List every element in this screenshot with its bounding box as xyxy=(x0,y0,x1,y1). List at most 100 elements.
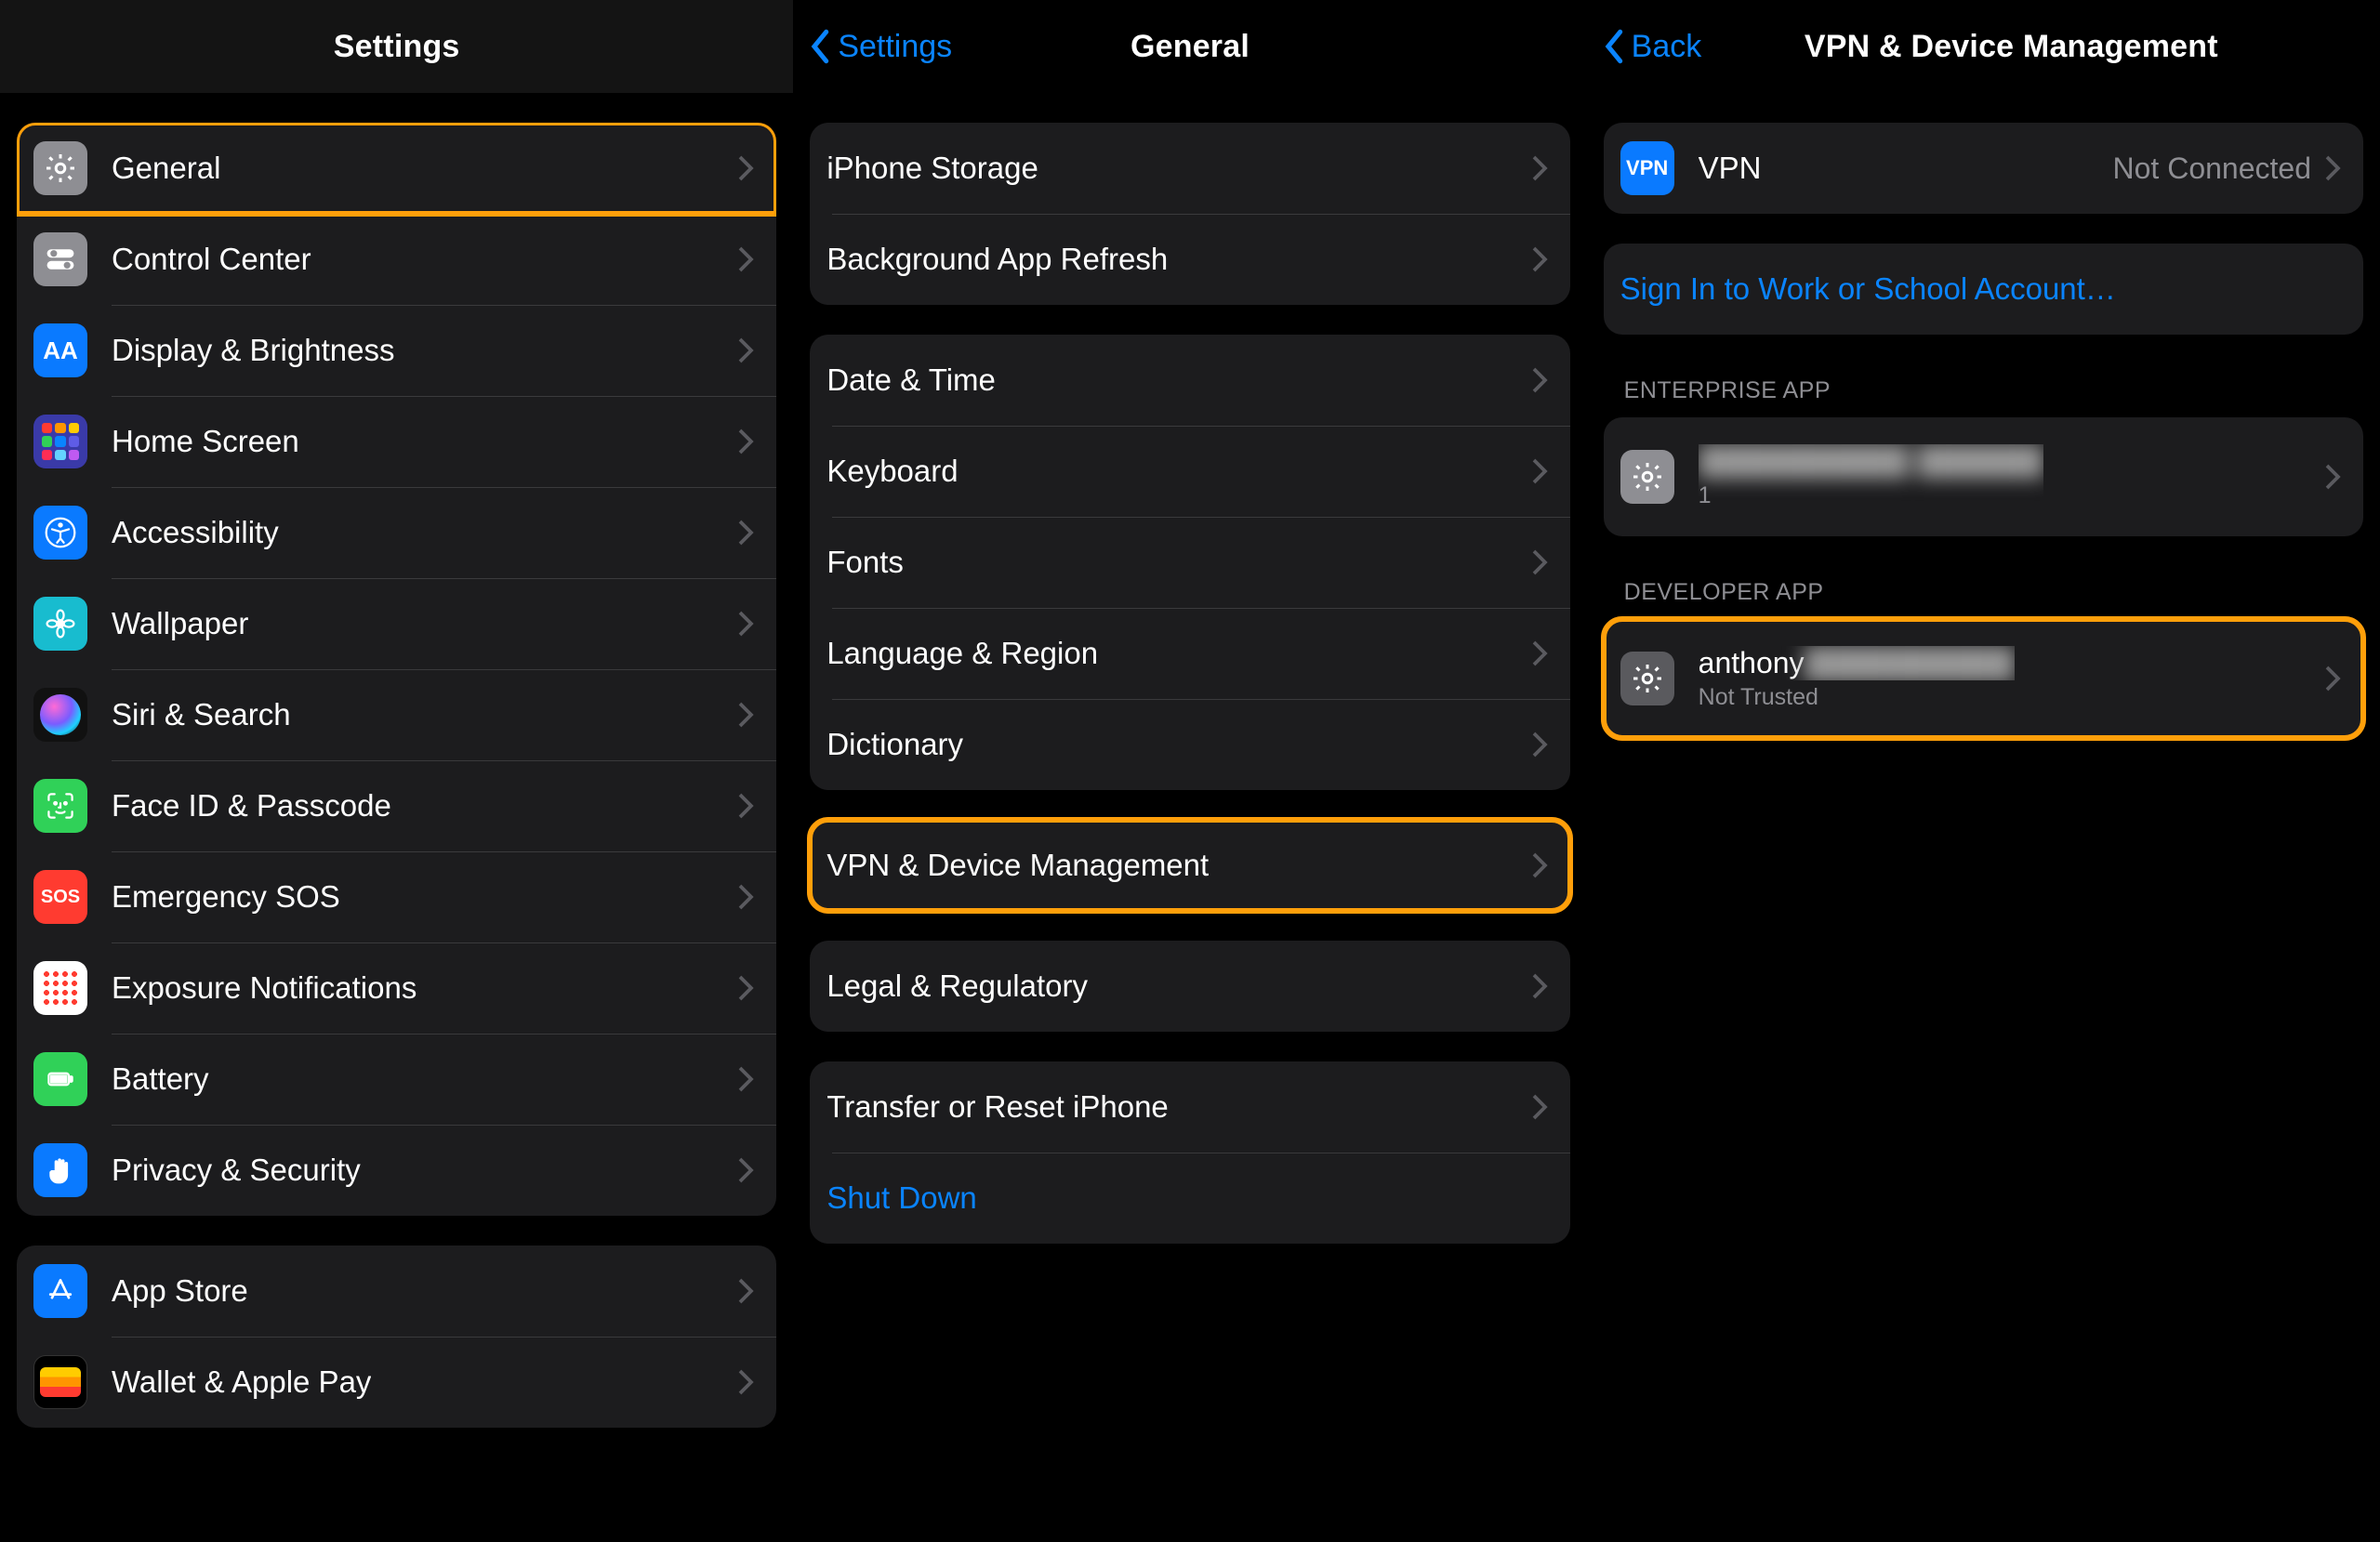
chevron-right-icon xyxy=(1531,548,1548,576)
general-group-vpn: VPN & Device Management xyxy=(810,820,1569,911)
gear-icon xyxy=(1620,450,1674,504)
chevron-right-icon xyxy=(2324,463,2341,491)
row-accessibility[interactable]: Accessibility xyxy=(17,487,776,578)
chevron-right-icon xyxy=(1531,154,1548,182)
row-label: Face ID & Passcode xyxy=(112,788,391,824)
nav-title-general: General xyxy=(1130,29,1250,65)
navbar-settings: Settings xyxy=(0,0,793,93)
back-button-general[interactable]: Back xyxy=(1602,28,1702,65)
chevron-right-icon xyxy=(737,701,754,729)
chevron-right-icon xyxy=(2324,665,2341,692)
section-header-developer: DEVELOPER APP xyxy=(1624,579,2363,606)
chevron-left-icon xyxy=(808,28,834,65)
developer-app-group: anthony██████████ Not Trusted xyxy=(1604,619,2363,738)
chevron-right-icon xyxy=(1531,457,1548,485)
row-display-brightness[interactable]: AA Display & Brightness xyxy=(17,305,776,396)
enterprise-app-name: ██████████ ██████ xyxy=(1699,444,2044,479)
vpn-icon: VPN xyxy=(1620,141,1674,195)
general-group-reset: Transfer or Reset iPhone Shut Down xyxy=(810,1061,1569,1244)
exposure-icon xyxy=(33,961,87,1015)
row-label: Shut Down xyxy=(826,1180,976,1216)
row-siri-search[interactable]: Siri & Search xyxy=(17,669,776,760)
row-transfer-reset[interactable]: Transfer or Reset iPhone xyxy=(810,1061,1569,1153)
vpn-status-value: Not Connected xyxy=(2113,152,2311,186)
gear-icon xyxy=(33,141,87,195)
row-label: Display & Brightness xyxy=(112,333,394,368)
row-keyboard[interactable]: Keyboard xyxy=(810,426,1569,517)
chevron-right-icon xyxy=(737,974,754,1002)
chevron-left-icon xyxy=(1602,28,1628,65)
row-date-time[interactable]: Date & Time xyxy=(810,335,1569,426)
row-wallpaper[interactable]: Wallpaper xyxy=(17,578,776,669)
row-language-region[interactable]: Language & Region xyxy=(810,608,1569,699)
chevron-right-icon xyxy=(737,1156,754,1184)
nav-title-vpn: VPN & Device Management xyxy=(1805,29,2218,65)
section-header-enterprise: ENTERPRISE APP xyxy=(1624,377,2363,404)
row-iphone-storage[interactable]: iPhone Storage xyxy=(810,123,1569,214)
row-label: Dictionary xyxy=(826,727,963,762)
row-general[interactable]: General xyxy=(17,123,776,214)
row-vpn-status[interactable]: VPN VPN Not Connected xyxy=(1604,123,2363,214)
row-battery[interactable]: Battery xyxy=(17,1034,776,1125)
general-group-locale: Date & Time Keyboard Fonts Language & Re… xyxy=(810,335,1569,790)
row-label: App Store xyxy=(112,1273,248,1309)
row-background-app-refresh[interactable]: Background App Refresh xyxy=(810,214,1569,305)
chevron-right-icon xyxy=(737,336,754,364)
general-group-legal: Legal & Regulatory xyxy=(810,941,1569,1032)
chevron-right-icon xyxy=(737,245,754,273)
row-app-store[interactable]: App Store xyxy=(17,1245,776,1337)
app-grid-icon xyxy=(33,415,87,468)
enterprise-app-group: ██████████ ██████ 1 xyxy=(1604,417,2363,536)
row-label: Home Screen xyxy=(112,424,299,459)
chevron-right-icon xyxy=(1531,972,1548,1000)
toggles-icon xyxy=(33,232,87,286)
signin-group: Sign In to Work or School Account… xyxy=(1604,244,2363,335)
row-dictionary[interactable]: Dictionary xyxy=(810,699,1569,790)
gear-icon xyxy=(1620,652,1674,705)
developer-app-name: anthony██████████ xyxy=(1699,646,2016,680)
vpn-device-management-panel: Back VPN & Device Management VPN VPN Not… xyxy=(1587,0,2380,1542)
row-label: Siri & Search xyxy=(112,697,291,732)
chevron-right-icon xyxy=(737,428,754,455)
wallet-icon xyxy=(33,1355,87,1409)
row-faceid-passcode[interactable]: Face ID & Passcode xyxy=(17,760,776,851)
row-label: VPN xyxy=(1699,151,1762,186)
siri-icon xyxy=(33,688,87,742)
row-control-center[interactable]: Control Center xyxy=(17,214,776,305)
nav-title-settings: Settings xyxy=(334,29,460,65)
row-signin-work-school[interactable]: Sign In to Work or School Account… xyxy=(1604,244,2363,335)
row-fonts[interactable]: Fonts xyxy=(810,517,1569,608)
row-wallet-applepay[interactable]: Wallet & Apple Pay xyxy=(17,1337,776,1428)
row-legal-regulatory[interactable]: Legal & Regulatory xyxy=(810,941,1569,1032)
enterprise-app-count: 1 xyxy=(1699,482,2044,509)
row-label: Exposure Notifications xyxy=(112,970,416,1006)
chevron-right-icon xyxy=(737,1065,754,1093)
row-enterprise-app[interactable]: ██████████ ██████ 1 xyxy=(1604,417,2363,536)
back-button-settings[interactable]: Settings xyxy=(808,28,952,65)
developer-app-status: Not Trusted xyxy=(1699,684,2016,711)
appstore-icon xyxy=(33,1264,87,1318)
row-label: Privacy & Security xyxy=(112,1153,361,1188)
text-size-icon: AA xyxy=(33,323,87,377)
row-privacy-security[interactable]: Privacy & Security xyxy=(17,1125,776,1216)
general-panel: Settings General iPhone Storage Backgrou… xyxy=(793,0,1586,1542)
battery-icon xyxy=(33,1052,87,1106)
chevron-right-icon xyxy=(1531,731,1548,758)
row-exposure-notifications[interactable]: Exposure Notifications xyxy=(17,942,776,1034)
row-label: Date & Time xyxy=(826,362,996,398)
chevron-right-icon xyxy=(737,1368,754,1396)
row-vpn-device-management[interactable]: VPN & Device Management xyxy=(810,820,1569,911)
row-emergency-sos[interactable]: SOS Emergency SOS xyxy=(17,851,776,942)
row-home-screen[interactable]: Home Screen xyxy=(17,396,776,487)
row-label: General xyxy=(112,151,220,186)
row-label: Transfer or Reset iPhone xyxy=(826,1089,1168,1125)
chevron-right-icon xyxy=(737,519,754,547)
chevron-right-icon xyxy=(737,792,754,820)
sos-icon: SOS xyxy=(33,870,87,924)
row-shut-down[interactable]: Shut Down xyxy=(810,1153,1569,1244)
general-group-storage: iPhone Storage Background App Refresh xyxy=(810,123,1569,305)
chevron-right-icon xyxy=(2324,154,2341,182)
flower-icon xyxy=(33,597,87,651)
row-developer-app[interactable]: anthony██████████ Not Trusted xyxy=(1604,619,2363,738)
row-label: iPhone Storage xyxy=(826,151,1038,186)
